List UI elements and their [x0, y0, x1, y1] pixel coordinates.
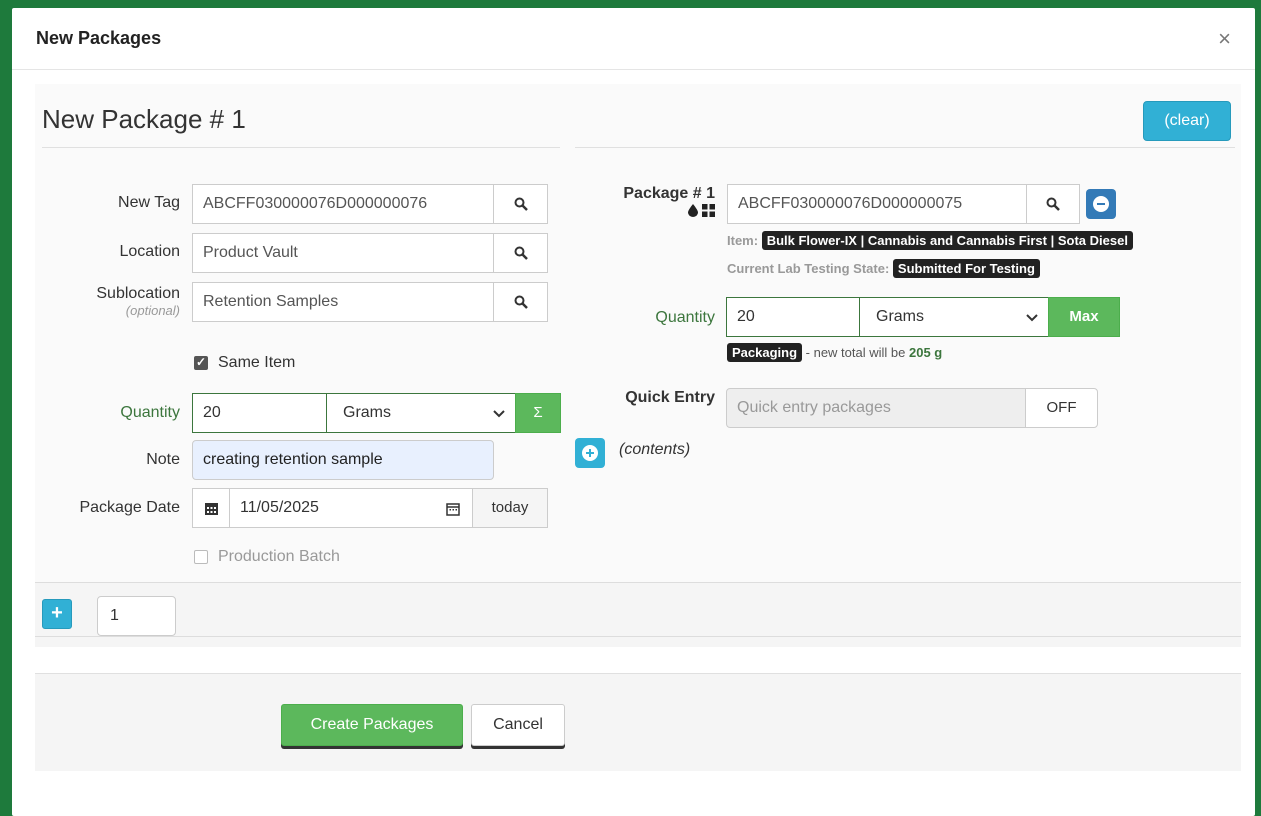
modal-title: New Packages	[36, 28, 162, 48]
package-tag-input[interactable]: ABCFF030000076D000000075	[727, 184, 1027, 224]
modal-header: New Packages ×	[12, 8, 1255, 70]
right-unit-select[interactable]: Grams	[859, 297, 1049, 337]
location-search-button[interactable]	[493, 233, 548, 273]
grid-icon	[702, 204, 715, 217]
remove-package-button[interactable]	[1086, 189, 1116, 219]
sublocation-label: Sublocation (optional)	[35, 285, 180, 318]
minus-circle-icon	[1093, 196, 1109, 212]
date-picker-icon[interactable]	[446, 502, 460, 516]
package-title: New Package # 1	[42, 104, 246, 134]
quick-entry-input[interactable]: Quick entry packages	[726, 388, 1026, 428]
create-packages-button[interactable]: Create Packages	[281, 704, 463, 746]
item-badge: Bulk Flower-IX | Cannabis and Cannabis F…	[761, 231, 1133, 250]
search-icon	[514, 197, 528, 211]
sublocation-input[interactable]: Retention Samples	[192, 282, 494, 322]
clear-button[interactable]: (clear)	[1143, 101, 1231, 141]
production-batch-checkbox[interactable]: Production Batch	[194, 548, 340, 566]
chevron-down-icon	[1026, 314, 1038, 322]
divider	[575, 147, 1235, 148]
packaging-line: Packaging - new total will be 205 g	[727, 343, 942, 362]
package-date-value: 11/05/2025	[240, 499, 319, 516]
package-panel-body: New Package # 1 (clear) New Tag ABCFF030…	[35, 84, 1241, 582]
note-input[interactable]: creating retention sample	[192, 440, 494, 480]
new-total-text: - new total will be	[805, 345, 906, 360]
add-row-strip: + 1	[35, 582, 1241, 637]
note-label: Note	[146, 451, 180, 468]
contents-label: (contents)	[619, 441, 691, 458]
sum-button[interactable]: Σ	[515, 393, 561, 433]
package-panel: New Package # 1 (clear) New Tag ABCFF030…	[35, 84, 1241, 647]
location-input[interactable]: Product Vault	[192, 233, 494, 273]
sublocation-label-text: Sublocation	[96, 285, 180, 302]
right-quantity-input[interactable]: 20	[726, 297, 860, 337]
search-icon	[514, 295, 528, 309]
search-icon	[1046, 197, 1060, 211]
calendar-icon	[204, 502, 218, 515]
add-contents-button[interactable]	[575, 438, 605, 468]
checkbox-unchecked-icon	[194, 550, 208, 564]
quantity-input[interactable]: 20	[192, 393, 327, 433]
chevron-down-icon	[493, 410, 505, 418]
lab-state-badge: Submitted For Testing	[892, 259, 1040, 278]
production-batch-label: Production Batch	[218, 548, 340, 565]
new-packages-modal: New Packages × New Package # 1 (clear) N…	[12, 8, 1255, 816]
optional-hint: (optional)	[125, 303, 180, 318]
sublocation-search-button[interactable]	[493, 282, 548, 322]
quick-entry-label: Quick Entry	[625, 389, 715, 406]
new-tag-search-button[interactable]	[493, 184, 548, 224]
new-tag-label: New Tag	[118, 194, 180, 211]
right-quantity-label: Quantity	[655, 309, 715, 326]
package-tag-search-button[interactable]	[1026, 184, 1080, 224]
quantity-label: Quantity	[120, 404, 180, 421]
package-icons	[585, 204, 715, 217]
add-package-button[interactable]: +	[42, 599, 72, 629]
right-unit-select-value: Grams	[876, 308, 924, 325]
plus-circle-icon	[582, 445, 598, 461]
divider	[42, 147, 560, 148]
cancel-button[interactable]: Cancel	[471, 704, 565, 746]
package-date-input[interactable]: 11/05/2025	[229, 488, 473, 528]
package-number-label: Package # 1	[585, 185, 715, 217]
lab-state-line: Current Lab Testing State: Submitted For…	[727, 259, 1040, 278]
unit-select-value: Grams	[343, 404, 391, 421]
item-line: Item: Bulk Flower-IX | Cannabis and Cann…	[727, 231, 1133, 250]
calendar-addon	[192, 488, 230, 528]
package-number-text: Package # 1	[623, 185, 715, 202]
droplet-icon	[688, 204, 698, 217]
max-button[interactable]: Max	[1048, 297, 1120, 337]
lab-state-label: Current Lab Testing State:	[727, 261, 890, 276]
unit-select[interactable]: Grams	[326, 393, 516, 433]
same-item-checkbox[interactable]: Same Item	[194, 354, 295, 372]
location-label: Location	[119, 243, 181, 260]
package-count-input[interactable]: 1	[97, 596, 176, 636]
checkbox-checked-icon	[194, 355, 208, 370]
search-icon	[514, 246, 528, 260]
today-button[interactable]: today	[472, 488, 548, 528]
quick-entry-toggle[interactable]: OFF	[1025, 388, 1098, 428]
packaging-badge: Packaging	[727, 343, 803, 362]
new-total-value: 205 g	[909, 345, 943, 360]
package-date-label: Package Date	[79, 499, 180, 516]
new-tag-input[interactable]: ABCFF030000076D000000076	[192, 184, 494, 224]
modal-footer: Create Packages Cancel	[35, 673, 1241, 771]
same-item-label: Same Item	[218, 354, 296, 371]
close-icon[interactable]: ×	[1218, 26, 1231, 52]
item-label: Item:	[727, 233, 759, 248]
